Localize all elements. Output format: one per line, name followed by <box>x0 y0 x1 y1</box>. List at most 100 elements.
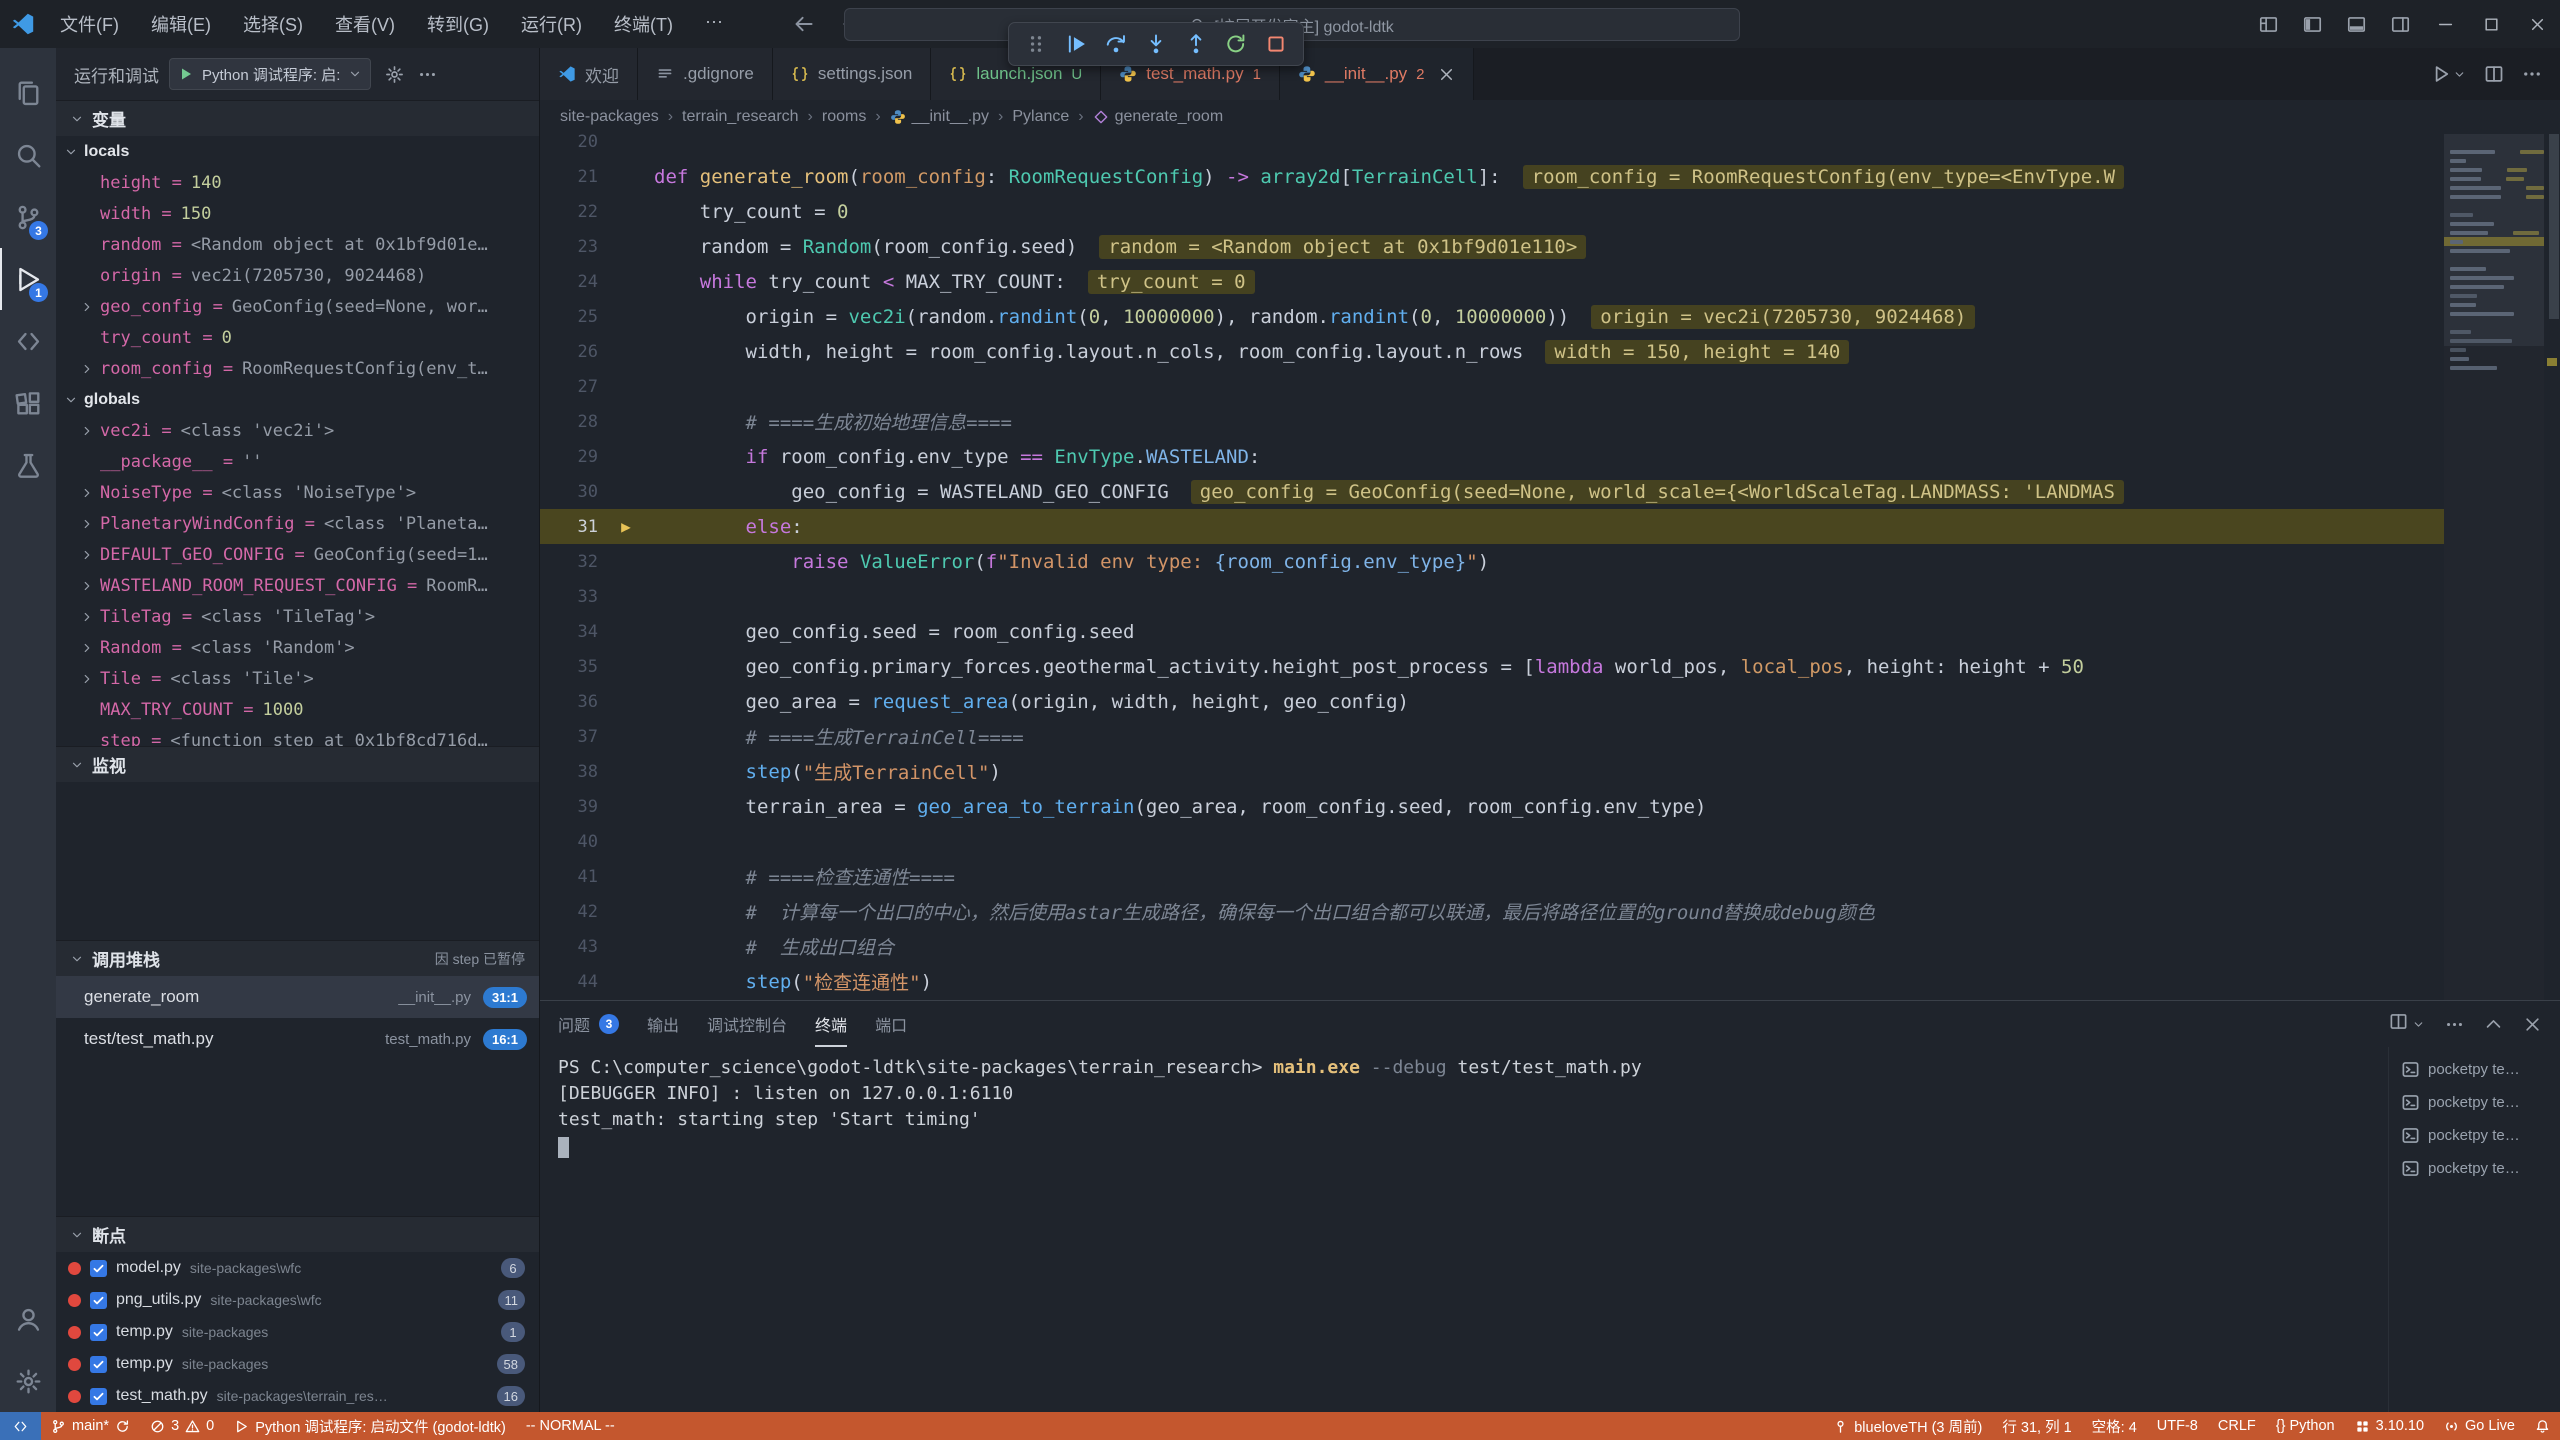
status-branch[interactable]: main* <box>41 1412 140 1440</box>
panel-tab-输出[interactable]: 输出 <box>647 1001 679 1047</box>
code-line-34[interactable]: 34 geo_config.seed = room_config.seed <box>540 614 2444 649</box>
code-line-36[interactable]: 36 geo_area = request_area(origin, width… <box>540 684 2444 719</box>
breakpoint-checkbox[interactable] <box>90 1356 107 1373</box>
status-python-version[interactable]: 3.10.10 <box>2345 1412 2434 1440</box>
variable-scope-locals[interactable]: locals <box>56 136 539 167</box>
more-actions-icon[interactable] <box>2522 64 2542 84</box>
menu-item-2[interactable]: 选择(S) <box>229 7 317 41</box>
breakpoint-row[interactable]: png_utils.pysite-packages\wfc11 <box>56 1284 539 1316</box>
breakpoint-row[interactable]: model.pysite-packages\wfc6 <box>56 1252 539 1284</box>
status-cursor-position[interactable]: 行 31, 列 1 <box>1992 1412 2081 1440</box>
code-line-24[interactable]: 24 while try_count < MAX_TRY_COUNT:try_c… <box>540 264 2444 299</box>
code-line-42[interactable]: 42 # 计算每一个出口的中心，然后使用astar生成路径，确保每一个出口组合都… <box>540 894 2444 929</box>
variable-row[interactable]: MAX_TRY_COUNT =1000 <box>56 694 539 725</box>
status-notifications-bell[interactable] <box>2525 1412 2560 1440</box>
code-line-23[interactable]: 23 random = Random(room_config.seed)rand… <box>540 229 2444 264</box>
variable-row[interactable]: width =150 <box>56 198 539 229</box>
maximize-panel-icon[interactable] <box>2484 1015 2503 1034</box>
activity-item-source-control[interactable]: 3 <box>0 186 56 248</box>
variable-row[interactable]: random =<Random object at 0x1bf9d01e… <box>56 229 539 260</box>
editor-scrollbar[interactable] <box>2548 134 2560 1000</box>
tab-.gdignore[interactable]: .gdignore <box>638 48 773 100</box>
breakpoint-checkbox[interactable] <box>90 1388 107 1405</box>
terminal-session-item[interactable]: pocketpy te… <box>2389 1086 2560 1119</box>
code-line-40[interactable]: 40 <box>540 824 2444 859</box>
breadcrumb-item-terrain_research[interactable]: terrain_research <box>682 108 799 126</box>
variable-row[interactable]: vec2i =<class 'vec2i'> <box>56 415 539 446</box>
breakpoint-row[interactable]: test_math.pysite-packages\terrain_res…16 <box>56 1380 539 1412</box>
code-line-32[interactable]: 32 raise ValueError(f"Invalid env type: … <box>540 544 2444 579</box>
section-breakpoints-header[interactable]: 断点 <box>56 1216 539 1252</box>
minimize-button[interactable] <box>2422 0 2468 48</box>
restart-button[interactable] <box>1219 27 1253 61</box>
breakpoint-row[interactable]: temp.pysite-packages58 <box>56 1348 539 1380</box>
activity-item-search[interactable] <box>0 124 56 186</box>
code-line-28[interactable]: 28 # ====生成初始地理信息==== <box>540 404 2444 439</box>
code-line-21[interactable]: 21def generate_room(room_config: RoomReq… <box>540 159 2444 194</box>
terminal-session-item[interactable]: pocketpy te… <box>2389 1053 2560 1086</box>
launch-config-dropdown[interactable]: Python 调试程序: 启: <box>169 58 371 90</box>
code-line-38[interactable]: 38 step("生成TerrainCell") <box>540 754 2444 789</box>
customize-layout-icon[interactable] <box>2246 0 2290 48</box>
status-encoding[interactable]: UTF-8 <box>2147 1412 2208 1440</box>
variable-row[interactable]: height =140 <box>56 167 539 198</box>
breadcrumb-item-generate_room[interactable]: generate_room <box>1093 108 1224 126</box>
activity-item-remote-explorer[interactable] <box>0 310 56 372</box>
status-indentation[interactable]: 空格: 4 <box>2082 1412 2147 1440</box>
variable-row[interactable]: NoiseType =<class 'NoiseType'> <box>56 477 539 508</box>
minimap[interactable] <box>2444 134 2544 1000</box>
callstack-frame[interactable]: generate_room__init__.py31:1 <box>56 976 539 1018</box>
stop-button[interactable] <box>1259 27 1293 61</box>
code-line-22[interactable]: 22 try_count = 0 <box>540 194 2444 229</box>
terminal-output[interactable]: PS C:\computer_science\godot-ldtk\site-p… <box>540 1047 2388 1412</box>
step-over-button[interactable] <box>1099 27 1133 61</box>
breadcrumb-item-__init__.py[interactable]: __init__.py <box>890 108 989 126</box>
code-line-25[interactable]: 25 origin = vec2i(random.randint(0, 1000… <box>540 299 2444 334</box>
close-icon[interactable] <box>1438 66 1455 83</box>
status-remote-indicator[interactable] <box>0 1412 41 1440</box>
section-watch-header[interactable]: 监视 <box>56 746 539 782</box>
code-line-20[interactable]: 20 <box>540 134 2444 159</box>
breakpoint-checkbox[interactable] <box>90 1260 107 1277</box>
code-line-39[interactable]: 39 terrain_area = geo_area_to_terrain(ge… <box>540 789 2444 824</box>
code-line-44[interactable]: 44 step("检查连通性") <box>540 964 2444 999</box>
code-line-29[interactable]: 29 if room_config.env_type == EnvType.WA… <box>540 439 2444 474</box>
breakpoint-checkbox[interactable] <box>90 1292 107 1309</box>
activity-item-accounts[interactable] <box>0 1288 56 1350</box>
breakpoint-row[interactable]: temp.pysite-packages1 <box>56 1316 539 1348</box>
menu-item-3[interactable]: 查看(V) <box>321 7 409 41</box>
code-line-26[interactable]: 26 width, height = room_config.layout.n_… <box>540 334 2444 369</box>
scrollbar-thumb[interactable] <box>2549 134 2559 319</box>
status-vim-mode[interactable]: -- NORMAL -- <box>516 1412 625 1440</box>
toggle-secondary-sidebar-icon[interactable] <box>2378 0 2422 48</box>
breadcrumb-item-site-packages[interactable]: site-packages <box>560 108 659 126</box>
breakpoint-checkbox[interactable] <box>90 1324 107 1341</box>
activity-item-run-and-debug[interactable]: 1 <box>0 248 56 310</box>
section-variables-header[interactable]: 变量 <box>56 100 539 136</box>
code-line-41[interactable]: 41 # ====检查连通性==== <box>540 859 2444 894</box>
activity-item-explorer[interactable] <box>0 62 56 124</box>
code-line-33[interactable]: 33 <box>540 579 2444 614</box>
drag-handle-button[interactable] <box>1019 27 1053 61</box>
menu-item-4[interactable]: 转到(G) <box>413 7 503 41</box>
variable-row[interactable]: room_config =RoomRequestConfig(env_t… <box>56 353 539 384</box>
minimap-slider[interactable] <box>2444 134 2544 346</box>
step-out-button[interactable] <box>1179 27 1213 61</box>
back-icon[interactable] <box>793 13 815 35</box>
more-actions-icon[interactable] <box>2445 1015 2464 1034</box>
tab-settings.json[interactable]: settings.json <box>773 48 932 100</box>
panel-tab-端口[interactable]: 端口 <box>875 1001 907 1047</box>
tab-__init__.py[interactable]: __init__.py2 <box>1280 48 1474 100</box>
menu-item-1[interactable]: 编辑(E) <box>137 7 225 41</box>
variable-row[interactable]: geo_config =GeoConfig(seed=None, wor… <box>56 291 539 322</box>
variable-row[interactable]: TileTag =<class 'TileTag'> <box>56 601 539 632</box>
code-line-45[interactable]: 45 exit_combinations:list[tuple[vec2i, v… <box>540 999 2444 1000</box>
activity-item-extensions[interactable] <box>0 372 56 434</box>
step-into-button[interactable] <box>1139 27 1173 61</box>
close-panel-icon[interactable] <box>2523 1015 2542 1034</box>
status-debug-config[interactable]: Python 调试程序: 启动文件 (godot-ldtk) <box>224 1412 516 1440</box>
callstack-frame[interactable]: test/test_math.pytest_math.py16:1 <box>56 1018 539 1060</box>
variable-row[interactable]: try_count =0 <box>56 322 539 353</box>
continue-button[interactable] <box>1059 27 1093 61</box>
menu-item-7[interactable]: ··· <box>691 7 737 41</box>
